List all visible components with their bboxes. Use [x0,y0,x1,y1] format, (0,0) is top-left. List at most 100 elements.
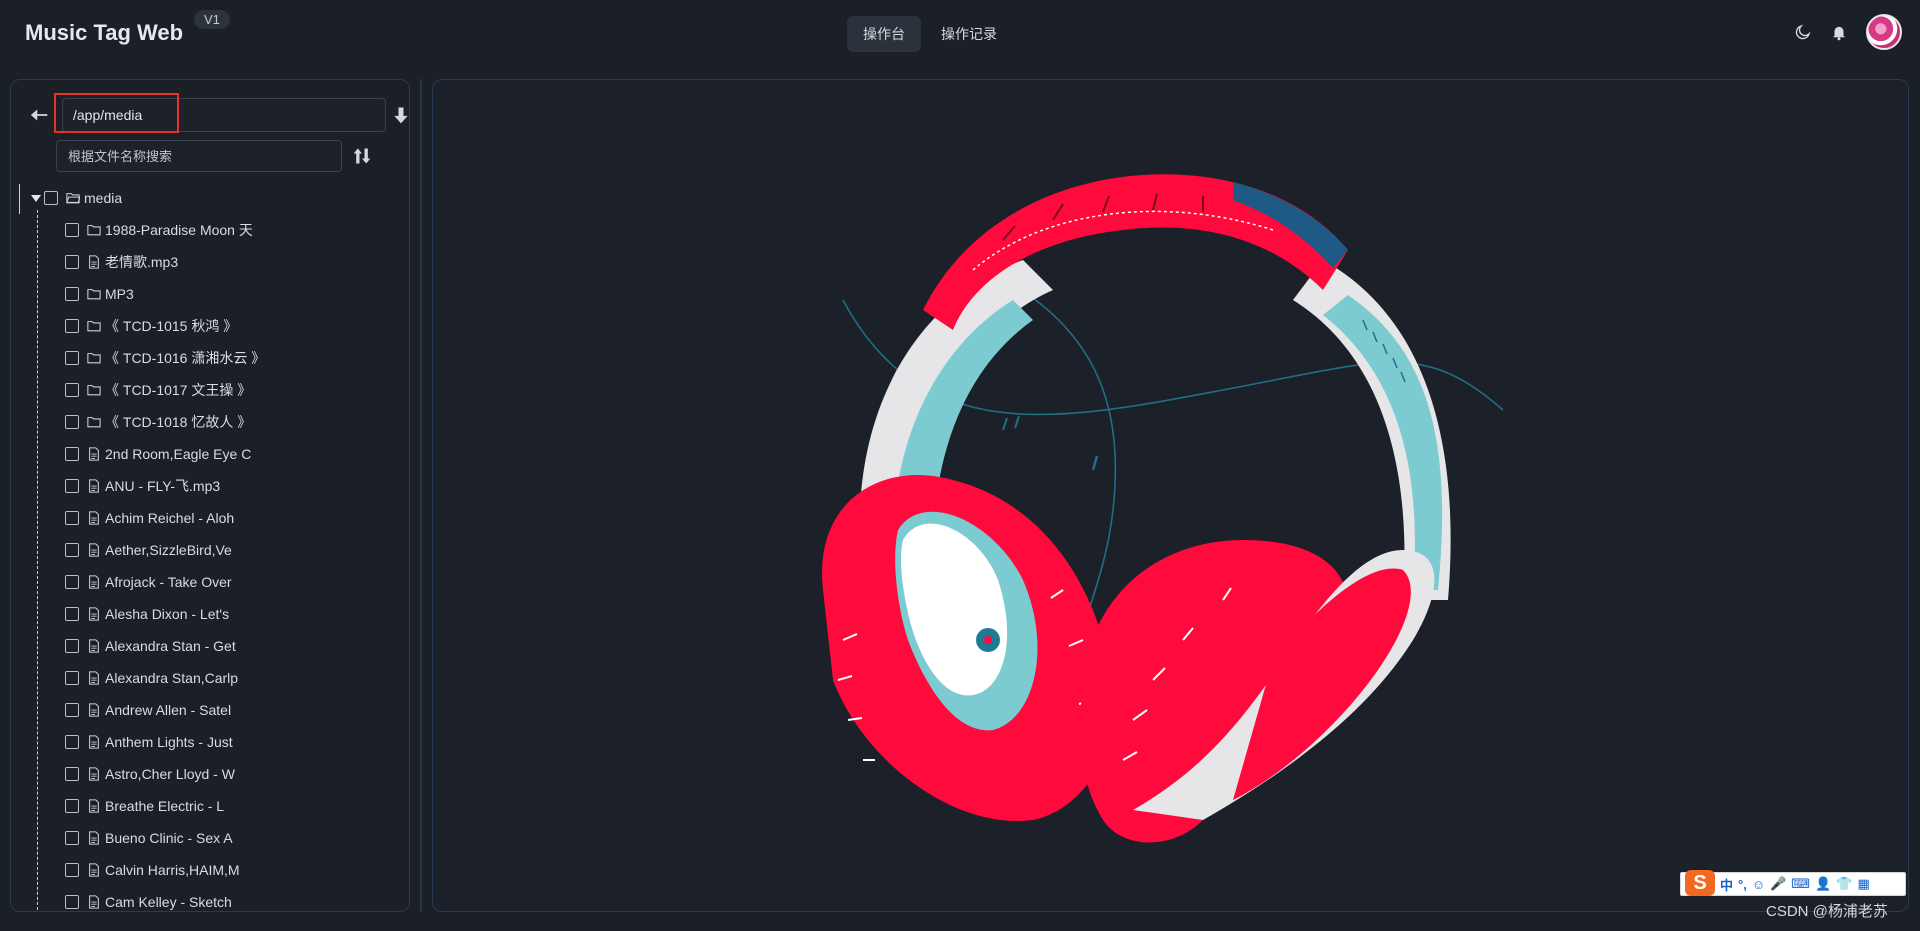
file-icon [89,895,99,909]
tree-file-item[interactable]: ANU - FLY-飞.mp3 [65,472,220,500]
checkbox[interactable] [65,735,79,749]
tree-node-label: 1988-Paradise Moon 天 [105,222,253,238]
checkbox[interactable] [65,703,79,717]
version-badge: V1 [194,10,230,29]
checkbox[interactable] [65,223,79,237]
ime-language-toggle[interactable]: 中 [1720,875,1733,894]
checkbox[interactable] [65,575,79,589]
tree-file-item[interactable]: Bueno Clinic - Sex A [65,824,233,852]
back-arrow-icon[interactable] [29,104,51,126]
panel-divider[interactable] [420,79,422,912]
checkbox[interactable] [65,639,79,653]
tree-file-item[interactable]: Andrew Allen - Satel [65,696,231,724]
file-icon [89,799,99,813]
folder-icon [87,353,101,364]
toolbox-icon[interactable]: ▦ [1857,876,1869,892]
tree-folder-item[interactable]: 《 TCD-1018 忆故人 》 [65,408,251,436]
tree-folder-item[interactable]: MP3 [65,280,134,308]
tree-node-label: Calvin Harris,HAIM,M [105,862,240,878]
tree-file-item[interactable]: Alexandra Stan - Get [65,632,236,660]
header-actions [1794,14,1902,50]
user-icon[interactable]: 👤 [1815,876,1831,892]
arrow-down-icon[interactable] [391,104,410,126]
tree-node-label: Bueno Clinic - Sex A [105,830,233,846]
file-icon [89,255,99,269]
tree-file-item[interactable]: Alexandra Stan,Carlp [65,664,238,692]
file-icon [89,511,99,525]
microphone-icon[interactable]: 🎤 [1770,876,1786,892]
checkbox[interactable] [65,831,79,845]
file-icon [89,767,99,781]
tree-file-item[interactable]: Achim Reichel - Aloh [65,504,234,532]
tree-file-item[interactable]: Calvin Harris,HAIM,M [65,856,240,884]
checkbox[interactable] [65,383,79,397]
app-title: Music Tag Web [25,20,184,45]
tree-node-label: Alexandra Stan,Carlp [105,670,239,686]
tree-node-label: Alexandra Stan - Get [105,638,236,654]
tree-folder-item[interactable]: 《 TCD-1015 秋鸿 》 [65,312,237,340]
tree-file-item[interactable]: 老情歌.mp3 [65,248,178,276]
checkbox[interactable] [65,543,79,557]
tree-file-item[interactable]: Breathe Electric - L [65,792,224,820]
emoji-icon[interactable]: ☺ [1752,877,1765,892]
folder-icon [87,385,101,396]
checkbox[interactable] [65,447,79,461]
tree-file-item[interactable]: Afrojack - Take Over [65,568,232,596]
tree-node-label: Andrew Allen - Satel [105,702,232,718]
expand-caret-icon[interactable] [31,194,41,202]
sort-icon[interactable] [352,145,372,167]
tree-node-label: MP3 [105,286,134,302]
checkbox[interactable] [65,255,79,269]
ime-toolbar[interactable]: S 中 °, ☺ 🎤 ⌨ 👤 👕 ▦ [1680,870,1906,896]
tab-console[interactable]: 操作台 [847,16,921,52]
skin-icon[interactable]: 👕 [1836,876,1852,892]
file-icon [89,607,99,621]
tree-node-label: ANU - FLY-飞.mp3 [105,478,221,494]
file-icon [89,575,99,589]
bell-icon[interactable] [1830,23,1848,41]
ime-punctuation-toggle[interactable]: °, [1738,877,1747,892]
path-input[interactable] [62,98,386,132]
path-row [29,98,408,132]
checkbox[interactable] [65,767,79,781]
file-tree: media 1988-Paradise Moon 天老情歌.mp3 MP3 《 TC… [11,184,409,911]
avatar[interactable] [1866,14,1902,50]
checkbox[interactable] [65,319,79,333]
checkbox[interactable] [65,479,79,493]
sogou-logo-icon[interactable]: S [1685,870,1715,896]
moon-icon[interactable] [1794,23,1812,41]
file-icon [89,479,99,493]
checkbox[interactable] [65,671,79,685]
checkbox[interactable] [65,607,79,621]
tree-node-label: Anthem Lights - Just [105,734,233,750]
tree-file-item[interactable]: Alesha Dixon - Let's [65,600,229,628]
tree-node-label: 《 TCD-1017 文王操 》 [105,382,252,398]
tree-file-item[interactable]: Anthem Lights - Just [65,728,233,756]
tree-file-item[interactable]: Aether,SizzleBird,Ve [65,536,232,564]
tree-file-item[interactable]: 2nd Room,Eagle Eye C [65,440,251,468]
checkbox[interactable] [65,511,79,525]
tab-operation-log[interactable]: 操作记录 [925,16,1013,52]
tree-folder-item[interactable]: 1988-Paradise Moon 天 [65,216,253,244]
checkbox[interactable] [65,863,79,877]
tree-node-label: 2nd Room,Eagle Eye C [105,446,252,462]
tree-folder-item[interactable]: 《 TCD-1016 潇湘水云 》 [65,344,265,372]
watermark: CSDN @杨浦老苏 [1766,903,1888,920]
checkbox[interactable] [65,415,79,429]
nav-tabs: 操作台 操作记录 [847,16,1013,52]
tree-file-item[interactable]: Astro,Cher Lloyd - W [65,760,235,788]
checkbox[interactable] [65,351,79,365]
keyboard-icon[interactable]: ⌨ [1791,876,1810,892]
checkbox[interactable] [65,287,79,301]
checkbox[interactable] [65,799,79,813]
app-header: Music Tag Web V1 操作台 操作记录 [0,0,1920,68]
checkbox[interactable] [44,191,58,205]
folder-icon [87,321,101,332]
tree-root-media[interactable]: media [31,184,122,212]
file-icon [89,543,99,557]
filename-search-input[interactable] [56,140,342,172]
tree-folder-item[interactable]: 《 TCD-1017 文王操 》 [65,376,251,404]
tree-file-item[interactable]: Cam Kelley - Sketch [65,888,232,911]
checkbox[interactable] [65,895,79,909]
tree-node-label: Afrojack - Take Over [105,574,232,590]
